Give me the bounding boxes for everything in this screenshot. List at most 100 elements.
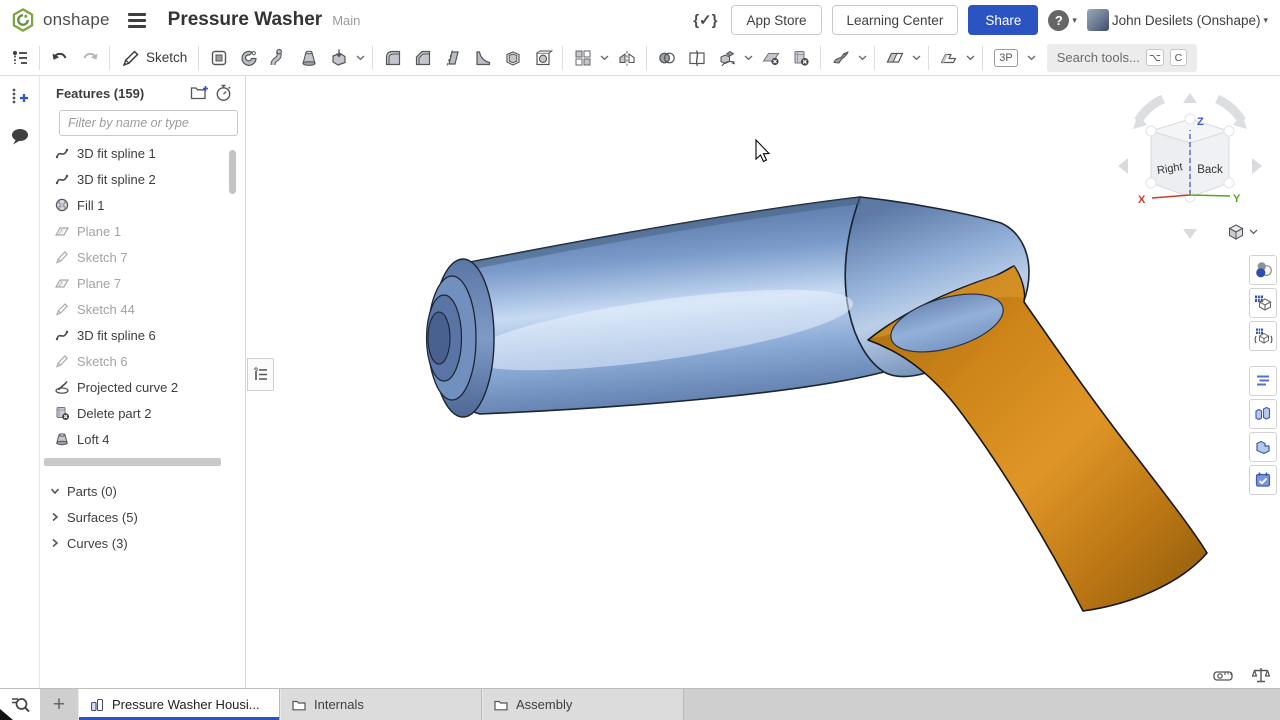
- rotate-down-icon: [1183, 229, 1197, 239]
- chevron-right-icon: [50, 512, 60, 522]
- onshape-logo[interactable]: onshape: [10, 7, 110, 33]
- feature-row[interactable]: Plane 1: [40, 218, 245, 244]
- three-point-icon: 3P: [994, 49, 1017, 67]
- main-menu-icon[interactable]: [124, 9, 150, 32]
- pattern-dropdown-icon[interactable]: [598, 43, 611, 72]
- surface-dropdown-icon[interactable]: [856, 43, 869, 72]
- mirror-icon[interactable]: [612, 43, 641, 72]
- loft-icon[interactable]: [294, 43, 323, 72]
- undo-icon[interactable]: [45, 43, 74, 72]
- search-tools[interactable]: Search tools... ⌥ C: [1047, 44, 1197, 72]
- feature-row[interactable]: 3D fit spline 6: [40, 322, 245, 348]
- fillet-icon[interactable]: [378, 43, 407, 72]
- redo-icon[interactable]: [75, 43, 104, 72]
- feature-row[interactable]: Projected curve 2: [40, 374, 245, 400]
- versions-icon[interactable]: {✓}: [689, 9, 721, 31]
- split-icon[interactable]: [682, 43, 711, 72]
- chevron-down-icon: [50, 486, 60, 496]
- surface-tools-icon[interactable]: [826, 43, 855, 72]
- onshape-logo-icon: [10, 7, 36, 33]
- configuration-inputs-icon[interactable]: [1249, 321, 1277, 351]
- part-studio-icon: [89, 697, 105, 713]
- feature-list-toggle-icon[interactable]: [5, 43, 34, 72]
- tab-internals[interactable]: Internals: [280, 689, 482, 720]
- delete-face-icon[interactable]: [756, 43, 785, 72]
- app-header: onshape Pressure Washer Main {✓} App Sto…: [0, 0, 1280, 40]
- mouse-cursor: [756, 140, 769, 162]
- learning-center-button[interactable]: Learning Center: [832, 5, 959, 35]
- workspace-name[interactable]: Main: [332, 13, 360, 28]
- feature-list: 3D fit spline 1 3D fit spline 2 Fill 1 P…: [40, 140, 245, 452]
- feature-row[interactable]: 3D fit spline 1: [40, 140, 245, 166]
- new-folder-icon[interactable]: [187, 82, 211, 104]
- feature-statistics-icon[interactable]: [1249, 366, 1277, 396]
- feature-row[interactable]: Plane 7: [40, 270, 245, 296]
- feature-toolbar: Sketch: [0, 40, 1280, 76]
- view-options-dropdown[interactable]: [1224, 219, 1260, 244]
- linear-pattern-icon[interactable]: [568, 43, 597, 72]
- help-icon: ?: [1048, 10, 1069, 31]
- feature-row[interactable]: Sketch 7: [40, 244, 245, 270]
- versions-calendar-icon[interactable]: [1249, 465, 1277, 495]
- filter-input[interactable]: [59, 110, 238, 136]
- sweep-icon[interactable]: [264, 43, 293, 72]
- folder-icon: [493, 697, 509, 713]
- feature-row[interactable]: Loft 4: [40, 426, 245, 452]
- sheet-metal-icon[interactable]: [934, 43, 963, 72]
- mass-properties-icon[interactable]: [1250, 665, 1272, 685]
- comment-icon[interactable]: [5, 122, 35, 152]
- sketch-button[interactable]: Sketch: [115, 43, 193, 72]
- horizontal-scrollbar[interactable]: [44, 458, 221, 466]
- section-parts[interactable]: Parts (0): [40, 478, 245, 504]
- front-cap-ring-4: [428, 312, 450, 364]
- three-point-dropdown-icon[interactable]: [1025, 43, 1038, 72]
- document-title: Pressure Washer: [168, 9, 323, 31]
- section-curves[interactable]: Curves (3): [40, 530, 245, 556]
- rollback-stopwatch-icon[interactable]: [211, 82, 235, 104]
- shell-icon[interactable]: [498, 43, 527, 72]
- panel-collapse-toggle[interactable]: [247, 358, 274, 391]
- boolean-icon[interactable]: [652, 43, 681, 72]
- app-store-button[interactable]: App Store: [731, 5, 821, 35]
- feature-row[interactable]: Delete part 2: [40, 400, 245, 426]
- y-axis: [1190, 195, 1230, 196]
- section-surfaces[interactable]: Surfaces (5): [40, 504, 245, 530]
- rotate-right-arrow-icon: [1217, 99, 1242, 121]
- feature-row[interactable]: 3D fit spline 2: [40, 166, 245, 192]
- thicken-dropdown-icon[interactable]: [354, 43, 367, 72]
- three-point-tool[interactable]: 3P: [988, 43, 1023, 72]
- help-menu[interactable]: ? ▾: [1048, 10, 1077, 31]
- hole-icon[interactable]: [528, 43, 557, 72]
- extrude-icon[interactable]: [204, 43, 233, 72]
- rib-icon[interactable]: [468, 43, 497, 72]
- feature-row[interactable]: Fill 1: [40, 192, 245, 218]
- chamfer-icon[interactable]: [408, 43, 437, 72]
- revolve-icon[interactable]: [234, 43, 263, 72]
- user-menu[interactable]: John Desilets (Onshape) ▾: [1087, 9, 1268, 31]
- tab-part-studio[interactable]: Pressure Washer Housi...: [78, 689, 280, 720]
- configurations-icon[interactable]: [1249, 288, 1277, 318]
- insert-new-item-icon[interactable]: [5, 82, 35, 112]
- parts-list-icon[interactable]: [1249, 399, 1277, 429]
- features-panel-title: Features (159): [56, 86, 187, 101]
- tab-assembly[interactable]: Assembly: [482, 689, 684, 720]
- viewcube-face-back: Back: [1197, 164, 1223, 176]
- plane-dropdown-icon[interactable]: [910, 43, 923, 72]
- transform-icon[interactable]: [712, 43, 741, 72]
- viewport-tools-group-1: [1249, 255, 1277, 351]
- part-bodies-icon[interactable]: [1249, 432, 1277, 462]
- viewport-tools-group-2: [1249, 366, 1277, 495]
- thicken-icon[interactable]: [324, 43, 353, 72]
- sheet-metal-dropdown-icon[interactable]: [964, 43, 977, 72]
- plane-tool-icon[interactable]: [880, 43, 909, 72]
- measure-icon[interactable]: [1212, 665, 1234, 685]
- transform-dropdown-icon[interactable]: [742, 43, 755, 72]
- delete-part-icon[interactable]: [786, 43, 815, 72]
- feature-row[interactable]: Sketch 6: [40, 348, 245, 374]
- feature-row[interactable]: Sketch 44: [40, 296, 245, 322]
- appearance-icon[interactable]: [1249, 255, 1277, 285]
- draft-icon[interactable]: [438, 43, 467, 72]
- vertical-scrollbar[interactable]: [229, 150, 236, 194]
- add-tab-button[interactable]: +: [40, 689, 78, 720]
- share-button[interactable]: Share: [968, 5, 1038, 35]
